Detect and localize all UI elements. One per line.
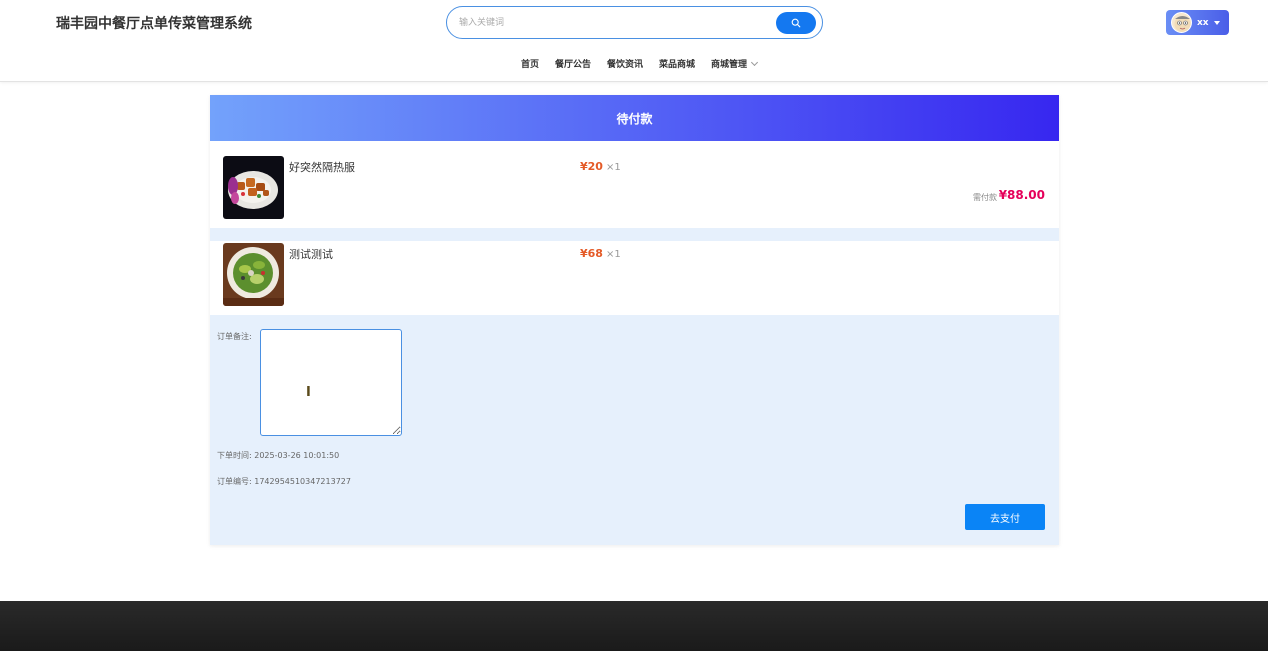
- page-footer: [0, 601, 1268, 651]
- pay-amount: ¥88.00: [998, 188, 1045, 202]
- order-number: 订单编号: 1742954510347213727: [217, 476, 351, 487]
- order-card: 待付款 好突然隔热服 ¥20 ×1 需付款 ¥88.00 测试测试 ¥68 ×1…: [210, 95, 1059, 545]
- search-box: [446, 6, 823, 39]
- item-price-value: ¥68: [580, 247, 603, 260]
- order-item: 测试测试 ¥68 ×1: [210, 241, 1059, 315]
- order-status-title: 待付款: [616, 111, 653, 126]
- item-name: 测试测试: [289, 248, 333, 261]
- caret-down-icon: [1213, 20, 1220, 25]
- pay-label: 需付款: [973, 193, 997, 202]
- item-price: ¥20 ×1: [580, 160, 621, 173]
- item-quantity: ×1: [605, 162, 621, 173]
- order-number-label: 订单编号:: [217, 477, 252, 486]
- order-number-value: 1742954510347213727: [254, 477, 351, 486]
- user-name: xx: [1197, 17, 1209, 28]
- remark-textarea[interactable]: [260, 329, 402, 436]
- pay-button[interactable]: 去支付: [965, 504, 1045, 530]
- dish-image: [223, 156, 284, 219]
- nav-news[interactable]: 餐饮资讯: [607, 58, 643, 74]
- search-icon: [791, 18, 801, 28]
- text-cursor-icon: I: [306, 385, 311, 400]
- item-price: ¥68 ×1: [580, 247, 621, 260]
- nav-shop-manage[interactable]: 商城管理: [711, 58, 759, 74]
- search-input[interactable]: [459, 15, 759, 31]
- avatar: [1171, 12, 1192, 33]
- remark-label: 订单备注:: [217, 332, 252, 341]
- chevron-down-icon: [750, 58, 759, 67]
- item-quantity: ×1: [605, 249, 621, 260]
- item-name: 好突然隔热服: [289, 161, 355, 174]
- top-header: 瑞丰园中餐厅点单传菜管理系统 xx 首页 餐厅公告 餐: [0, 0, 1268, 82]
- order-time-label: 下单时间:: [217, 451, 252, 460]
- dish-image: [223, 243, 284, 306]
- main-nav: 首页 餐厅公告 餐饮资讯 菜品商城 商城管理: [0, 58, 1268, 74]
- order-item: 好突然隔热服 ¥20 ×1 需付款 ¥88.00: [210, 141, 1059, 228]
- nav-notices[interactable]: 餐厅公告: [555, 58, 591, 74]
- site-title: 瑞丰园中餐厅点单传菜管理系统: [56, 16, 252, 32]
- nav-home[interactable]: 首页: [521, 58, 539, 74]
- order-time: 下单时间: 2025-03-26 10:01:50: [217, 450, 339, 461]
- order-time-value: 2025-03-26 10:01:50: [254, 451, 340, 460]
- user-menu-button[interactable]: xx: [1166, 10, 1229, 35]
- item-price-value: ¥20: [580, 160, 603, 173]
- nav-shop[interactable]: 菜品商城: [659, 58, 695, 74]
- nav-shop-manage-label: 商城管理: [711, 60, 748, 70]
- search-button[interactable]: [776, 12, 816, 34]
- order-status-header: 待付款: [210, 95, 1059, 141]
